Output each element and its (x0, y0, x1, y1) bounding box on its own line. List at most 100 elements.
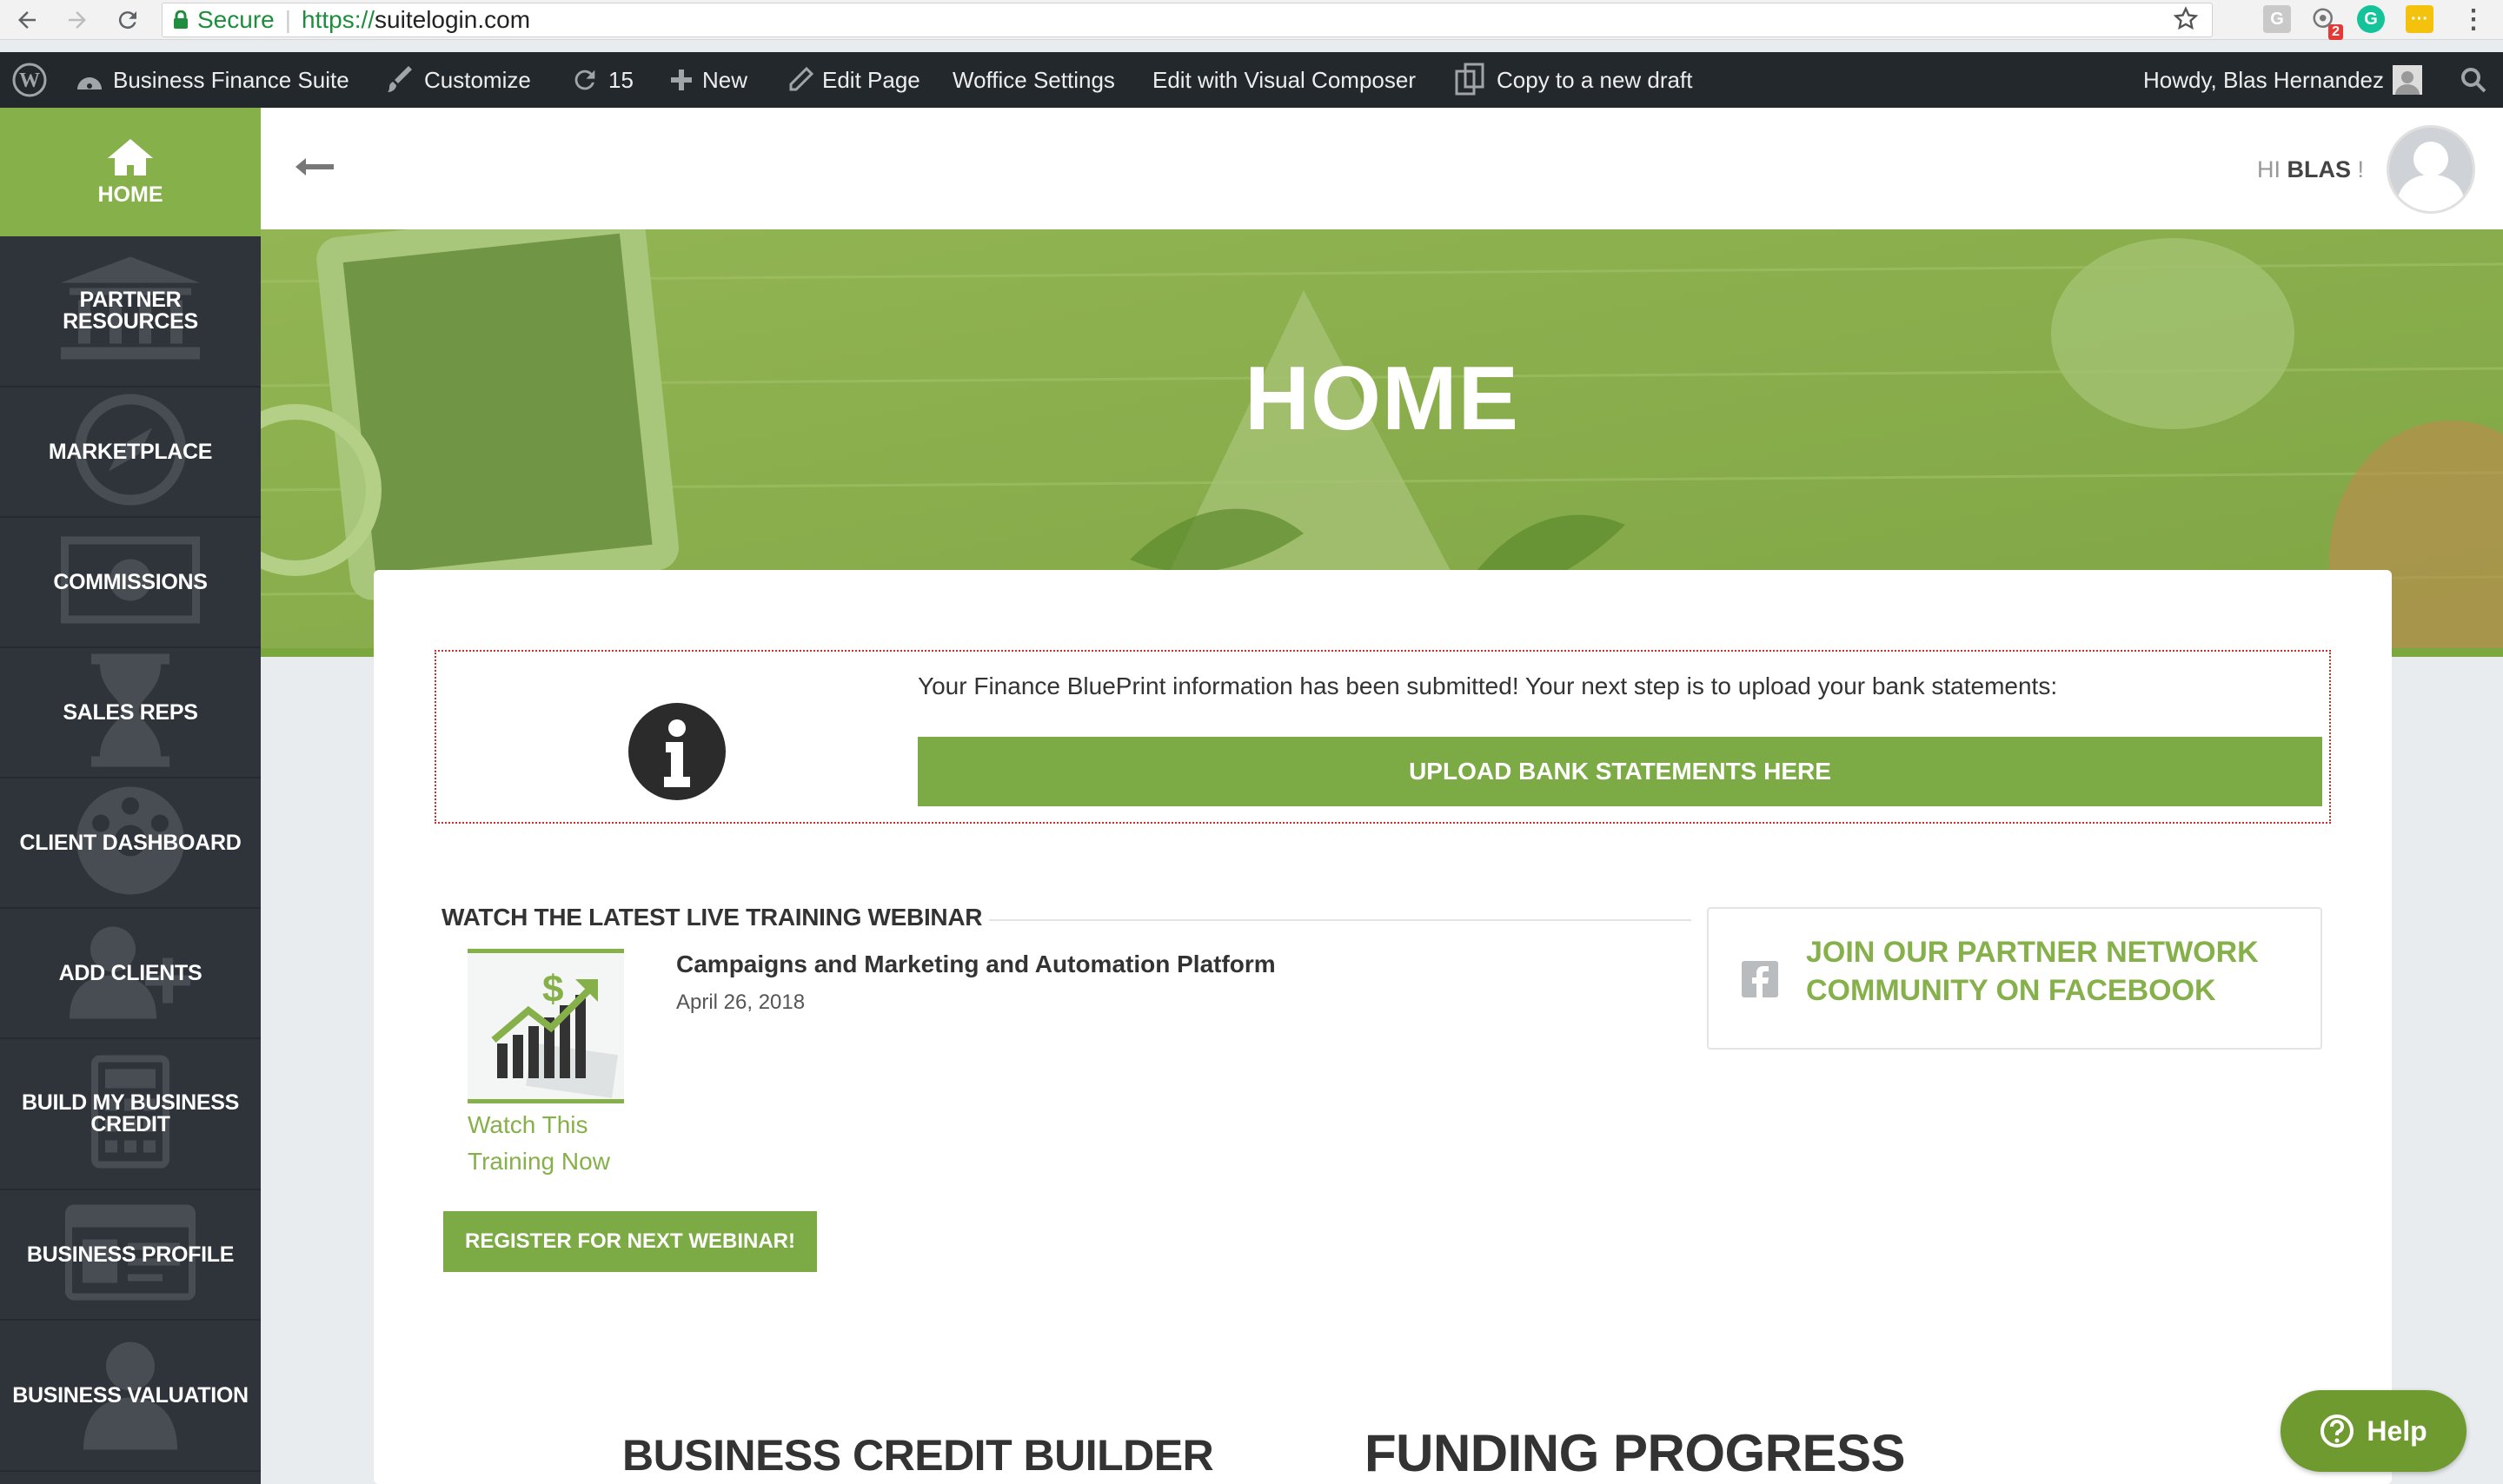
svg-text:W: W (19, 70, 40, 92)
visual-composer-label: Edit with Visual Composer (1152, 66, 1416, 93)
upload-bank-statements-button[interactable]: UPLOAD BANK STATEMENTS HERE (918, 737, 2322, 806)
sidebar-item-label: BUILD MY BUSINESS CREDIT (21, 1090, 240, 1136)
growth-chart-icon: $ (491, 968, 618, 1098)
sidebar-item-label: BUSINESS PROFILE (26, 1242, 235, 1267)
greeting-word: HI (2256, 156, 2281, 182)
greeting-exclaim: ! (2357, 156, 2364, 182)
webinar-title[interactable]: Campaigns and Marketing and Automation P… (676, 951, 1276, 978)
plus-icon (671, 70, 692, 90)
pencil-icon (789, 67, 813, 91)
howdy-label: Howdy, Blas Hernandez (2143, 66, 2384, 93)
woffice-settings-link[interactable]: Woffice Settings (953, 52, 1115, 108)
webinar-date: April 26, 2018 (676, 990, 806, 1014)
page-header: HI BLAS ! (261, 108, 2503, 229)
facebook-community-text: JOIN OUR PARTNER NETWORK COMMUNITY ON FA… (1806, 936, 2259, 1007)
sidebar-item-label: MARKETPLACE (48, 439, 213, 464)
credit-builder-heading: BUSINESS CREDIT BUILDER (622, 1431, 1214, 1480)
wp-admin-bar: W Business Finance Suite Customize 15 Ne… (0, 52, 2503, 108)
search-icon[interactable] (2460, 52, 2487, 108)
visual-composer-link[interactable]: Edit with Visual Composer (1152, 52, 1416, 108)
sidebar-item-add-clients[interactable]: ADD CLIENTS (0, 909, 261, 1039)
new-content-link[interactable]: New (669, 52, 747, 108)
copy-draft-label: Copy to a new draft (1497, 66, 1693, 93)
greeting-user: BLAS (2287, 156, 2351, 182)
sidebar-item-label: SALES REPS (63, 699, 198, 725)
help-button[interactable]: Help (2281, 1390, 2466, 1472)
secure-label: Secure (197, 6, 275, 33)
woffice-settings-label: Woffice Settings (953, 66, 1115, 93)
sidebar-item-label: BUSINESS VALUATION (12, 1382, 249, 1408)
help-label: Help (2367, 1414, 2427, 1447)
sidebar-item-sales-reps[interactable]: SALES REPS (0, 648, 261, 778)
sidebar-nav: HOME PARTNER RESOURCES MARKETPLACE COMMI… (0, 108, 261, 1484)
sidebar-item-home[interactable]: HOME (0, 108, 261, 236)
updates-link[interactable]: 15 (570, 52, 634, 108)
address-bar[interactable]: Secure | https:// suitelogin.com (162, 3, 2213, 37)
grammarly-icon[interactable]: G (2357, 5, 2385, 33)
url-scheme: https:// (302, 6, 375, 33)
user-greeting: HI BLAS ! (2257, 156, 2364, 183)
updates-count: 15 (608, 66, 634, 93)
address-separator: | (284, 6, 291, 33)
watch-training-link[interactable]: Watch This Training Now (468, 1107, 659, 1180)
customize-link[interactable]: Customize (388, 52, 531, 108)
admin-avatar-icon (2393, 65, 2422, 95)
funding-progress-heading: FUNDING PROGRESS (1364, 1424, 1906, 1482)
lock-icon (174, 10, 188, 29)
site-name-link[interactable]: Business Finance Suite (75, 52, 349, 108)
edit-page-link[interactable]: Edit Page (787, 52, 920, 108)
account-menu[interactable]: Howdy, Blas Hernandez (2143, 52, 2422, 108)
facebook-community-box[interactable]: JOIN OUR PARTNER NETWORK COMMUNITY ON FA… (1707, 907, 2322, 1050)
sidebar-item-build-credit[interactable]: BUILD MY BUSINESS CREDIT (0, 1039, 261, 1190)
divider (989, 919, 1691, 921)
browser-menu-icon[interactable]: ⋮ (2460, 5, 2487, 34)
collapse-arrow-icon[interactable] (294, 149, 339, 184)
brush-icon (388, 66, 412, 92)
sidebar-item-marketplace[interactable]: MARKETPLACE (0, 388, 261, 518)
sidebar-item-label: CLIENT DASHBOARD (19, 830, 242, 855)
avatar[interactable] (2387, 125, 2475, 214)
extension-badge-icon[interactable]: 2 (2310, 5, 2343, 40)
content-card: Your Finance BluePrint information has b… (374, 570, 2392, 1484)
sidebar-item-client-dashboard[interactable]: CLIENT DASHBOARD (0, 778, 261, 909)
sidebar-item-label: ADD CLIENTS (58, 960, 202, 985)
webinar-thumbnail[interactable]: $ (468, 949, 624, 1103)
question-circle-icon (2320, 1414, 2354, 1448)
info-icon (628, 703, 726, 800)
copy-draft-link[interactable]: Copy to a new draft (1453, 52, 1692, 108)
hero-title: HOME (1245, 348, 1519, 449)
extension-badge-count: 2 (2328, 24, 2343, 40)
svg-text:$: $ (542, 968, 563, 1010)
copy-icon (1455, 63, 1484, 96)
webinar-heading: WATCH THE LATEST LIVE TRAINING WEBINAR (442, 904, 983, 931)
bookmark-star-icon[interactable] (2172, 5, 2200, 39)
back-icon[interactable] (10, 3, 43, 36)
facebook-icon (1742, 961, 1778, 997)
user-silhouette-icon (2396, 142, 2466, 211)
edit-page-label: Edit Page (822, 66, 920, 93)
customize-label: Customize (424, 66, 531, 93)
new-label: New (702, 66, 748, 93)
extension-g-icon[interactable]: G (2263, 5, 2291, 33)
home-icon (108, 138, 153, 176)
sidebar-item-business-profile[interactable]: BUSINESS PROFILE (0, 1190, 261, 1321)
sidebar-item-label: HOME (97, 182, 163, 207)
site-name: Business Finance Suite (113, 66, 349, 93)
url-host: suitelogin.com (375, 6, 531, 33)
sidebar-item-commissions[interactable]: COMMISSIONS (0, 518, 261, 648)
refresh-icon (574, 70, 595, 90)
sidebar-item-label: COMMISSIONS (53, 569, 208, 594)
secure-indicator: Secure (173, 6, 275, 34)
dashboard-gauge-icon (77, 77, 102, 89)
browser-toolbar: Secure | https:// suitelogin.com G 2 G ·… (0, 0, 2503, 40)
wordpress-logo-icon[interactable]: W (12, 52, 47, 108)
sidebar-item-partner-resources[interactable]: PARTNER RESOURCES (0, 236, 261, 388)
forward-icon[interactable] (61, 3, 94, 36)
notice-box: Your Finance BluePrint information has b… (435, 650, 2331, 824)
sidebar-item-label: PARTNER RESOURCES (63, 288, 198, 334)
reload-icon[interactable] (111, 3, 144, 36)
register-webinar-button[interactable]: REGISTER FOR NEXT WEBINAR! (443, 1211, 817, 1272)
notice-message: Your Finance BluePrint information has b… (918, 672, 2058, 699)
extension-notes-icon[interactable]: ··· (2406, 5, 2433, 33)
sidebar-item-business-valuation[interactable]: BUSINESS VALUATION (0, 1321, 261, 1472)
